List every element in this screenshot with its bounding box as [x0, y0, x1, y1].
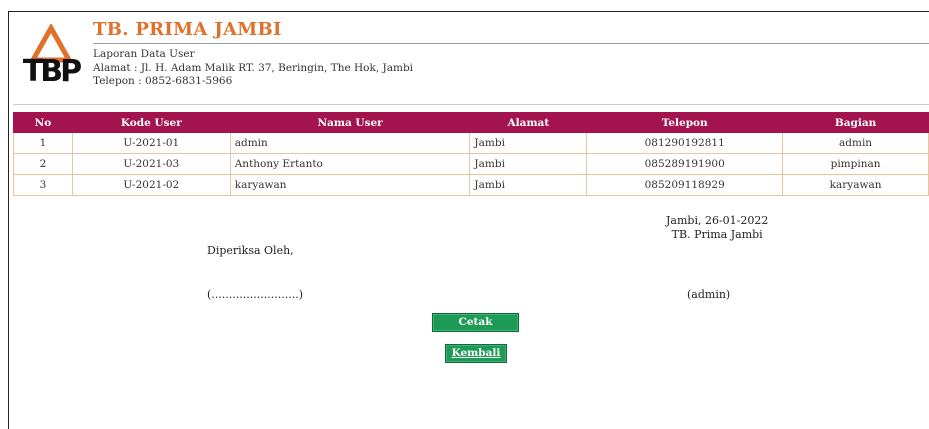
- user-table: No Kode User Nama User Alamat Telepon Ba…: [13, 112, 929, 196]
- signature-blank: (.........................): [207, 288, 303, 301]
- cell-bagian: karyawan: [782, 174, 929, 196]
- report-title: Laporan Data User: [93, 48, 195, 60]
- cell-kode-user: U-2021-01: [71, 132, 231, 154]
- signer-name: (admin): [687, 288, 731, 301]
- cell-kode-user: U-2021-02: [71, 174, 231, 196]
- report-page: TBP TB. PRIMA JAMBI Laporan Data User Al…: [8, 11, 929, 429]
- company-address: Alamat : Jl. H. Adam Malik RT. 37, Berin…: [93, 61, 414, 74]
- title-divider: [93, 43, 929, 44]
- signature-company: TB. Prima Jambi: [671, 227, 763, 241]
- col-nama-user: Nama User: [229, 112, 471, 133]
- cell-telepon: 081290192811: [586, 132, 784, 154]
- cell-telepon: 085209118929: [586, 174, 784, 196]
- col-alamat: Alamat: [469, 112, 588, 133]
- cell-nama-user: Anthony Ertanto: [229, 153, 471, 175]
- cell-alamat: Jambi: [469, 132, 588, 154]
- cell-no: 2: [13, 153, 73, 175]
- cell-alamat: Jambi: [469, 153, 588, 175]
- place-date: Jambi, 26-01-2022: [666, 214, 769, 227]
- company-title: TB. PRIMA JAMBI: [93, 19, 282, 40]
- col-bagian: Bagian: [782, 112, 929, 133]
- cell-alamat: Jambi: [469, 174, 588, 196]
- col-no: No: [13, 112, 73, 133]
- table-row: 1 U-2021-01 admin Jambi 081290192811 adm…: [13, 132, 929, 154]
- table-header-row: No Kode User Nama User Alamat Telepon Ba…: [13, 112, 929, 133]
- back-button[interactable]: Kembali: [445, 344, 507, 363]
- cell-nama-user: admin: [229, 132, 471, 154]
- logo-text: TBP: [23, 54, 81, 84]
- header-divider: [13, 104, 929, 105]
- cell-telepon: 085289191900: [586, 153, 784, 175]
- table-row: 2 U-2021-03 Anthony Ertanto Jambi 085289…: [13, 153, 929, 175]
- company-phone: Telepon : 0852-6831-5966: [93, 75, 233, 87]
- cell-bagian: pimpinan: [782, 153, 929, 175]
- company-logo: TBP: [23, 24, 81, 84]
- print-report-button[interactable]: Cetak Laporan: [432, 313, 519, 345]
- cell-bagian: admin: [782, 132, 929, 154]
- col-kode-user: Kode User: [71, 112, 231, 133]
- table-row: 3 U-2021-02 karyawan Jambi 085209118929 …: [13, 174, 929, 196]
- cell-nama-user: karyawan: [229, 174, 471, 196]
- checked-by-label: Diperiksa Oleh,: [207, 244, 294, 257]
- header-info: Laporan Data User Alamat : Jl. H. Adam M…: [93, 48, 413, 89]
- cell-no: 1: [13, 132, 73, 154]
- col-telepon: Telepon: [586, 112, 784, 133]
- signature-block: Jambi, 26-01-2022 TB. Prima Jambi: [666, 214, 768, 241]
- cell-kode-user: U-2021-03: [71, 153, 231, 175]
- cell-no: 3: [13, 174, 73, 196]
